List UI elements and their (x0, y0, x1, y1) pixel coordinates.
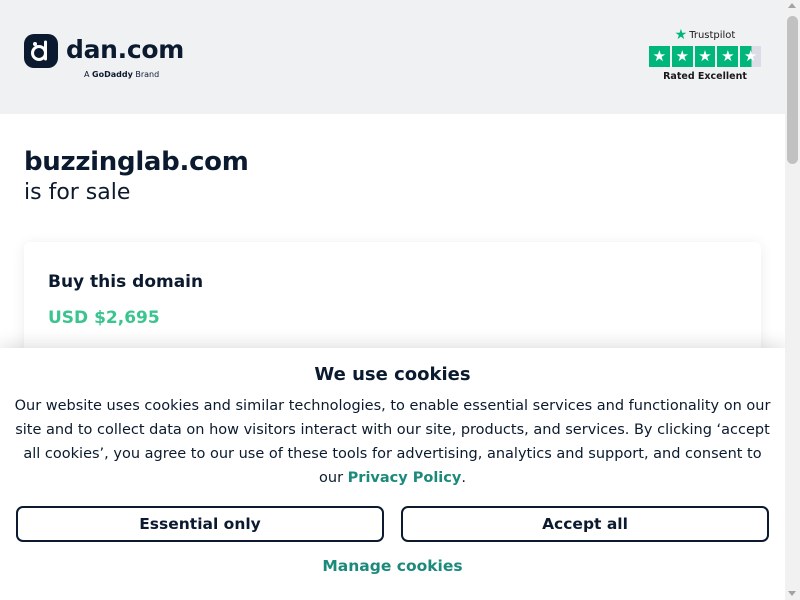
site-header: dan.com A GoDaddy Brand ★ Trustpilot ★ ★… (0, 0, 785, 114)
trustpilot-rating: Rated Excellent (663, 71, 747, 82)
tagline-prefix: A (84, 70, 90, 79)
trustpilot-name: Trustpilot (689, 29, 736, 41)
cookie-banner: We use cookies Our website uses cookies … (0, 348, 785, 600)
essential-only-button[interactable]: Essential only (16, 506, 384, 542)
scroll-down-icon[interactable] (788, 591, 796, 596)
cookie-body-end: . (461, 470, 466, 486)
trustpilot-widget[interactable]: ★ Trustpilot ★ ★ ★ ★ ★ Rated Excellent (649, 28, 761, 82)
scrollbar[interactable] (785, 0, 800, 600)
domain-name: buzzinglab.com (24, 147, 249, 177)
scroll-up-icon[interactable] (788, 3, 796, 8)
cookie-title: We use cookies (314, 364, 471, 385)
privacy-policy-link[interactable]: Privacy Policy (348, 470, 462, 486)
card-title: Buy this domain (48, 272, 204, 292)
star-half-icon: ★ (740, 46, 761, 67)
scrollbar-thumb[interactable] (787, 16, 798, 164)
tagline-suffix: Brand (135, 70, 160, 79)
manage-cookies-link[interactable]: Manage cookies (0, 557, 785, 575)
star-icon: ★ (694, 46, 716, 67)
accept-all-button[interactable]: Accept all (401, 506, 769, 542)
brand-name: dan.com (66, 35, 185, 64)
star-icon: ★ (671, 46, 693, 67)
dan-logo[interactable]: dan.com A GoDaddy Brand (24, 34, 184, 79)
dan-logo-icon (24, 34, 58, 68)
domain-subtitle: is for sale (24, 180, 131, 205)
trustpilot-title: ★ Trustpilot (649, 28, 761, 42)
star-icon: ★ (717, 46, 739, 67)
trustpilot-stars: ★ ★ ★ ★ ★ (649, 46, 761, 67)
brand-tagline: A GoDaddy Brand (84, 70, 184, 79)
star-icon: ★ (674, 27, 688, 43)
tagline-brand: GoDaddy (92, 70, 133, 79)
star-icon: ★ (649, 46, 670, 67)
domain-price: USD $2,695 (48, 308, 160, 328)
cookie-text: Our website uses cookies and similar tec… (12, 394, 773, 490)
